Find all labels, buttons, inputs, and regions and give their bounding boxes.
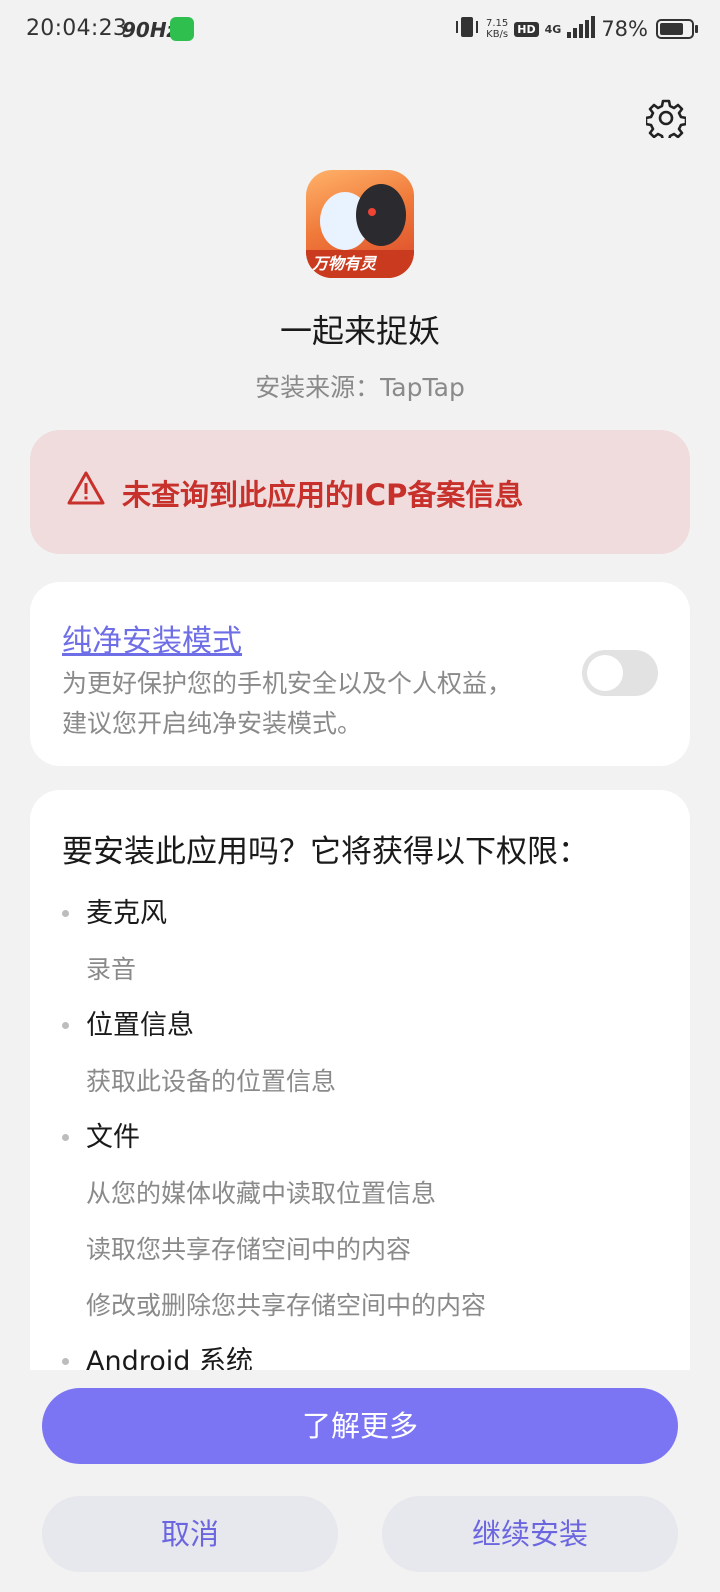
app-name: 一起来捉妖 (279, 312, 440, 350)
permission-item-files: 文件 从您的媒体收藏中读取位置信息 读取您共享存储空间中的内容 修改或删除您共享… (62, 1110, 662, 1334)
network-type: 4G (544, 22, 562, 36)
permission-name-text: Android 系统 (86, 1346, 253, 1370)
permissions-card[interactable]: 要安装此应用吗？它将获得以下权限： 麦克风 录音 位置信息 获取此设备的位置信息… (30, 790, 690, 1370)
signal-icon (567, 16, 596, 42)
pure-install-mode-description: 为更好保护您的手机安全以及个人权益，建议您开启纯净安装模式。 (62, 669, 513, 738)
app-icon: 万物有灵 (306, 170, 414, 278)
pure-install-mode-toggle[interactable] (582, 650, 658, 696)
net-speed: 7.15 KB/s (486, 18, 508, 40)
permission-name: 麦克风 (62, 886, 662, 942)
permission-item-microphone: 麦克风 录音 (62, 886, 662, 998)
install-source: 安装来源：TapTap (255, 373, 465, 402)
pure-install-mode-link[interactable]: 纯净安装模式 (62, 616, 242, 660)
icp-warning-text: 未查询到此应用的ICP备案信息 (122, 478, 524, 512)
permission-detail: 读取您共享存储空间中的内容 (86, 1235, 412, 1264)
learn-more-button[interactable]: 了解更多 (42, 1388, 678, 1464)
permission-name: Android 系统 (62, 1334, 662, 1370)
icp-warning-card: 未查询到此应用的ICP备案信息 (30, 430, 690, 554)
permission-name: 位置信息 (62, 998, 662, 1054)
permissions-list: 麦克风 录音 位置信息 获取此设备的位置信息 文件 从您的媒体收藏中读取位置信息… (62, 886, 662, 1370)
permission-item-android-system: Android 系统 (62, 1334, 662, 1370)
vibrate-icon (454, 15, 480, 43)
continue-install-button[interactable]: 继续安装 (382, 1496, 678, 1572)
permissions-title: 要安装此应用吗？它将获得以下权限： (62, 834, 589, 870)
net-speed-value: 7.15 (486, 18, 509, 29)
app-icon-logo-text: 万物有灵 (312, 254, 377, 273)
app-icon-eye (368, 208, 376, 216)
toggle-knob (587, 655, 623, 691)
bullet-dot (62, 1134, 69, 1141)
status-time: 20:04:23 (26, 16, 128, 41)
settings-gear-icon[interactable] (644, 98, 688, 143)
bullet-dot (62, 1022, 69, 1029)
cancel-button[interactable]: 取消 (42, 1496, 338, 1572)
permission-name: 文件 (62, 1110, 662, 1166)
app-icon-character-black (356, 184, 406, 246)
hd-icon: HD (514, 21, 539, 37)
permission-name-text: 麦克风 (86, 898, 167, 929)
bullet-dot (62, 1358, 69, 1365)
status-icons: 7.15 KB/s HD 4G 78% (454, 14, 698, 44)
permission-detail: 从您的媒体收藏中读取位置信息 (86, 1179, 437, 1208)
battery-icon (656, 19, 698, 39)
bullet-dot (62, 910, 69, 917)
battery-percent: 78% (601, 17, 648, 41)
permission-detail: 修改或删除您共享存储空间中的内容 (86, 1291, 487, 1320)
permission-name-text: 位置信息 (86, 1010, 194, 1041)
pure-install-mode-card: 纯净安装模式 为更好保护您的手机安全以及个人权益，建议您开启纯净安装模式。 (30, 582, 690, 766)
permission-detail: 录音 (86, 955, 137, 984)
status-bar: 20:04:23 90Hz 7.15 KB/s HD 4G 78% (0, 0, 720, 62)
net-speed-unit: KB/s (486, 29, 509, 40)
warning-triangle-icon (66, 470, 106, 506)
permission-detail: 获取此设备的位置信息 (86, 1067, 337, 1096)
wechat-notification-icon (170, 17, 194, 41)
permission-name-text: 文件 (86, 1122, 140, 1153)
permission-item-location: 位置信息 获取此设备的位置信息 (62, 998, 662, 1110)
